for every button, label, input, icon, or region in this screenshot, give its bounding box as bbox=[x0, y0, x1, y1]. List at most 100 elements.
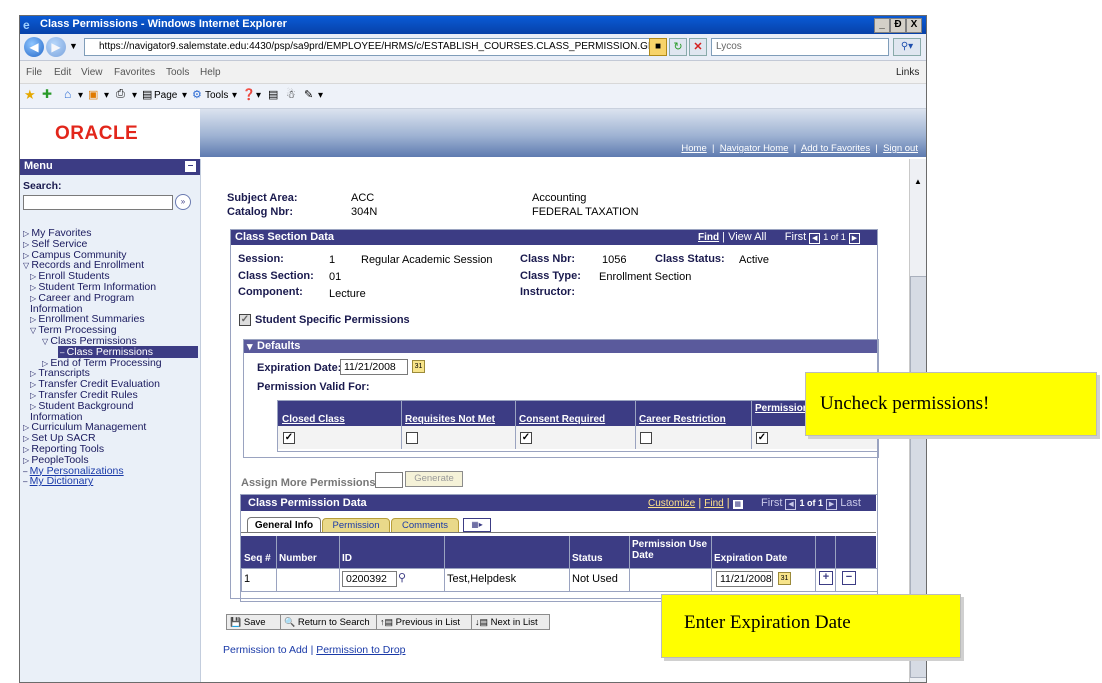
address-bar[interactable]: https://navigator9.salemstate.edu:4430/p… bbox=[84, 38, 660, 56]
page-menu[interactable]: Page bbox=[154, 90, 177, 101]
return-to-search-button[interactable]: 🔍 Return to Search bbox=[280, 614, 377, 630]
perm-find-link[interactable]: Find bbox=[704, 498, 723, 509]
page-dropdown-icon[interactable]: ▾ bbox=[182, 90, 187, 101]
expiration-date-input[interactable]: 11/21/2008 bbox=[716, 571, 773, 587]
sidebar: Menu – Search: » ▷ My Favorites ▷ Self Se… bbox=[20, 159, 201, 682]
previous-in-list-button[interactable]: ↑▤ Previous in List bbox=[376, 614, 472, 630]
permission-checkbox[interactable] bbox=[406, 432, 418, 444]
tab-general-info[interactable]: General Info bbox=[247, 517, 321, 533]
tab-comments[interactable]: Comments bbox=[391, 518, 459, 533]
home-dropdown-icon[interactable]: ▾ bbox=[78, 90, 83, 101]
sidebar-search-input[interactable] bbox=[23, 195, 173, 210]
search-icon[interactable]: ⚲▾ bbox=[893, 38, 921, 56]
pen-icon[interactable]: ✎ bbox=[304, 88, 313, 101]
prev-arrow-icon[interactable]: ◀ bbox=[809, 233, 821, 244]
tools-dropdown-icon[interactable]: ▾ bbox=[232, 90, 237, 101]
favorites-star-icon[interactable]: ★ bbox=[24, 87, 36, 103]
save-icon: 💾 bbox=[230, 617, 242, 627]
generate-button[interactable]: Generate bbox=[405, 471, 463, 487]
sidebar-item[interactable]: – My Dictionary bbox=[23, 475, 93, 487]
permission-checkbox[interactable]: ✓ bbox=[283, 432, 295, 444]
close-button[interactable]: X bbox=[906, 18, 922, 33]
instructor-label: Instructor: bbox=[520, 286, 575, 298]
menu-favorites[interactable]: Favorites bbox=[114, 67, 155, 78]
add-favorite-icon[interactable]: ✚ bbox=[42, 87, 52, 101]
ie-logo-icon: e bbox=[23, 18, 30, 32]
search-go-icon[interactable]: » bbox=[175, 194, 191, 210]
menu-file[interactable]: File bbox=[26, 67, 42, 78]
help-icon[interactable]: ❓ bbox=[242, 88, 256, 101]
add-row-icon[interactable]: + bbox=[819, 571, 833, 585]
collapse-icon[interactable]: – bbox=[185, 161, 196, 172]
permission-checkbox[interactable]: ✓ bbox=[756, 432, 768, 444]
forward-icon[interactable]: ▶ bbox=[46, 37, 66, 57]
lock-icon[interactable]: ■ bbox=[649, 38, 667, 56]
customize-link[interactable]: Customize bbox=[648, 498, 695, 509]
permission-to-add-link[interactable]: Permission to Add bbox=[223, 644, 308, 656]
next-arrow-icon[interactable]: ▶ bbox=[848, 233, 860, 244]
permission-valid-label: Permission Valid For: bbox=[257, 381, 370, 393]
pen-dropdown-icon[interactable]: ▾ bbox=[318, 90, 323, 101]
permission-checkbox[interactable] bbox=[640, 432, 652, 444]
lookup-icon[interactable]: ⚲ bbox=[398, 571, 406, 584]
tab-permission[interactable]: Permission bbox=[322, 518, 390, 533]
save-button[interactable]: 💾 Save bbox=[226, 614, 281, 630]
tools-menu[interactable]: Tools bbox=[205, 90, 228, 101]
back-icon[interactable]: ◀ bbox=[24, 37, 44, 57]
messenger-icon[interactable]: ☃ bbox=[286, 88, 296, 101]
view-all[interactable]: View All bbox=[728, 231, 766, 243]
col-divider bbox=[629, 536, 630, 591]
show-all-columns-icon[interactable]: ▦▸ bbox=[463, 518, 491, 532]
print-dropdown-icon[interactable]: ▾ bbox=[132, 90, 137, 101]
expiration-input[interactable]: 11/21/2008 bbox=[340, 359, 408, 375]
menu-title: Menu bbox=[24, 160, 53, 172]
delete-row-icon[interactable]: − bbox=[842, 571, 856, 585]
col-divider bbox=[835, 536, 836, 591]
permission-to-drop-link[interactable]: Permission to Drop bbox=[316, 644, 405, 656]
feeds-dropdown-icon[interactable]: ▾ bbox=[104, 90, 109, 101]
defaults-toggle-icon[interactable]: ▾ bbox=[247, 340, 253, 353]
session-desc: Regular Academic Session bbox=[361, 254, 493, 266]
navigator-home-link[interactable]: Navigator Home bbox=[720, 143, 789, 154]
column-header: Seq # bbox=[244, 553, 271, 564]
find-link[interactable]: Find bbox=[698, 232, 719, 243]
valid-for-col-header[interactable]: Closed Class bbox=[282, 414, 399, 425]
menu-links[interactable]: Links bbox=[896, 67, 919, 78]
scroll-up-icon[interactable]: ▲ bbox=[911, 176, 925, 188]
search-field[interactable]: Lycos bbox=[711, 38, 889, 56]
help-dropdown-icon[interactable]: ▾ bbox=[256, 90, 261, 101]
valid-for-col-header[interactable]: Career Restriction bbox=[639, 414, 749, 425]
perm-prev-arrow-icon[interactable]: ◀ bbox=[785, 499, 797, 510]
id-input[interactable]: 0200392 bbox=[342, 571, 397, 587]
menu-edit[interactable]: Edit bbox=[54, 67, 71, 78]
student-specific-checkbox[interactable]: ✓ bbox=[239, 314, 251, 326]
add-to-favorites-link[interactable]: Add to Favorites bbox=[801, 143, 870, 154]
research-icon[interactable]: ▤ bbox=[268, 88, 278, 101]
valid-for-col-header[interactable]: Consent Required bbox=[519, 414, 633, 425]
separator: | bbox=[722, 231, 726, 243]
history-dropdown-icon[interactable]: ▼ bbox=[69, 41, 78, 51]
name-cell: Test,Helpdesk bbox=[447, 573, 517, 585]
feeds-icon[interactable]: ▣ bbox=[88, 88, 98, 101]
menu-tools[interactable]: Tools bbox=[166, 67, 189, 78]
menu-view[interactable]: View bbox=[81, 67, 103, 78]
refresh-icon[interactable]: ↻ bbox=[669, 38, 687, 56]
grid-icon[interactable]: ▦ bbox=[732, 500, 743, 509]
minimize-button[interactable]: _ bbox=[874, 18, 890, 33]
home-link[interactable]: Home bbox=[681, 143, 706, 154]
calendar-icon[interactable]: 31 bbox=[412, 360, 425, 373]
stop-icon[interactable]: ✕ bbox=[689, 38, 707, 56]
uncheck-permissions-callout: Uncheck permissions! bbox=[805, 372, 1097, 436]
next-in-list-button[interactable]: ↓▤ Next in List bbox=[471, 614, 550, 630]
menu-help[interactable]: Help bbox=[200, 67, 221, 78]
catalog-label: Catalog Nbr: bbox=[227, 206, 293, 218]
home-icon[interactable]: ⌂ bbox=[64, 87, 71, 101]
sign-out-link[interactable]: Sign out bbox=[883, 143, 918, 154]
print-icon[interactable]: ⎙ bbox=[116, 88, 125, 101]
maximize-button[interactable]: Đ bbox=[890, 18, 906, 33]
assign-more-input[interactable] bbox=[375, 472, 403, 488]
perm-next-arrow-icon[interactable]: ▶ bbox=[826, 499, 838, 510]
permission-checkbox[interactable]: ✓ bbox=[520, 432, 532, 444]
valid-for-col-header[interactable]: Requisites Not Met bbox=[405, 414, 513, 425]
calendar-icon[interactable]: 31 bbox=[778, 572, 791, 585]
